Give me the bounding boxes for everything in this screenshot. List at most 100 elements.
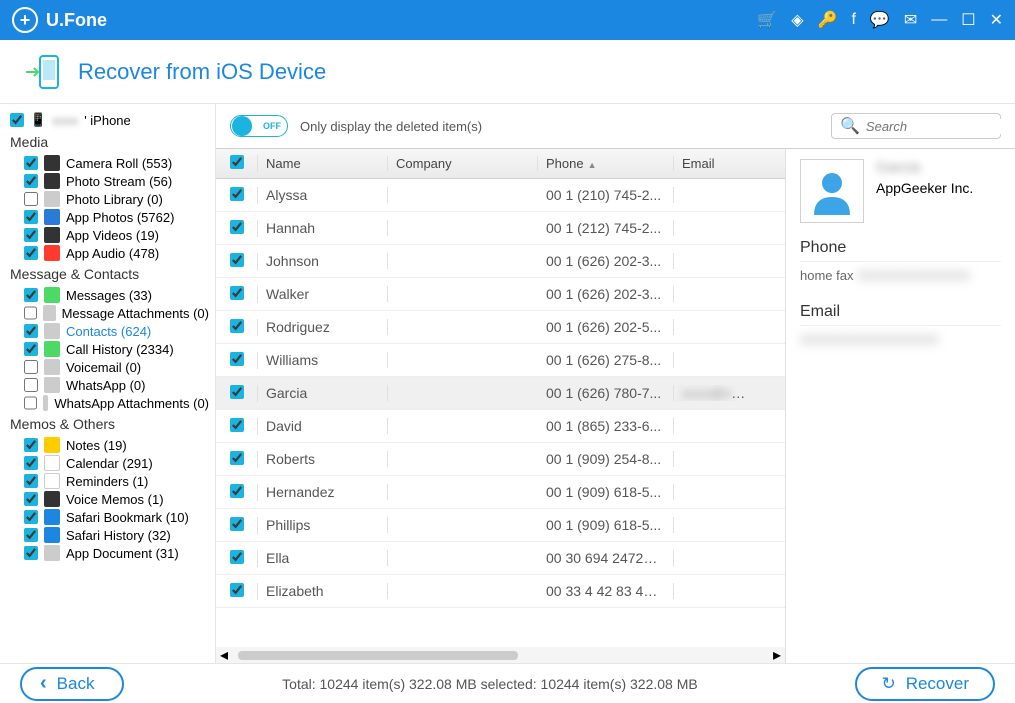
col-email[interactable]: Email bbox=[674, 156, 756, 171]
item-checkbox[interactable] bbox=[24, 456, 38, 470]
minimize-icon[interactable]: ― bbox=[931, 11, 947, 29]
back-button[interactable]: ‹ Back bbox=[20, 667, 124, 701]
chat-icon[interactable]: 💬 bbox=[870, 10, 890, 30]
sidebar-item[interactable]: WhatsApp Attachments (0) bbox=[10, 394, 209, 412]
item-label: Voicemail (0) bbox=[66, 360, 141, 375]
sidebar-item[interactable]: App Audio (478) bbox=[10, 244, 209, 262]
recover-button[interactable]: ↻ Recover bbox=[855, 667, 995, 701]
row-checkbox[interactable] bbox=[230, 352, 244, 366]
sidebar-item[interactable]: Call History (2334) bbox=[10, 340, 209, 358]
table-row[interactable]: Rodriguez00 1 (626) 202-5... bbox=[216, 311, 785, 344]
table-row[interactable]: Johnson00 1 (626) 202-3... bbox=[216, 245, 785, 278]
row-checkbox[interactable] bbox=[230, 583, 244, 597]
sidebar-item[interactable]: Contacts (624) bbox=[10, 322, 209, 340]
sidebar-item[interactable]: Voice Memos (1) bbox=[10, 490, 209, 508]
sidebar-item[interactable]: App Videos (19) bbox=[10, 226, 209, 244]
device-row[interactable]: 📱 xxxx ' iPhone bbox=[10, 112, 209, 128]
row-checkbox[interactable] bbox=[230, 484, 244, 498]
sidebar-item[interactable]: Photo Library (0) bbox=[10, 190, 209, 208]
item-checkbox[interactable] bbox=[24, 378, 38, 392]
item-checkbox[interactable] bbox=[24, 342, 38, 356]
sidebar-item[interactable]: App Photos (5762) bbox=[10, 208, 209, 226]
item-checkbox[interactable] bbox=[24, 510, 38, 524]
table-row[interactable]: Ella00 30 694 2472286 bbox=[216, 542, 785, 575]
table-row[interactable]: David00 1 (865) 233-6... bbox=[216, 410, 785, 443]
facebook-icon[interactable]: f bbox=[851, 11, 855, 29]
sidebar-item[interactable]: Calendar (291) bbox=[10, 454, 209, 472]
device-checkbox[interactable] bbox=[10, 113, 24, 127]
item-checkbox[interactable] bbox=[24, 210, 38, 224]
col-company[interactable]: Company bbox=[388, 156, 538, 171]
table-row[interactable]: Phillips00 1 (909) 618-5... bbox=[216, 509, 785, 542]
row-checkbox[interactable] bbox=[230, 220, 244, 234]
cell-name: Elizabeth bbox=[258, 583, 388, 599]
cell-name: Walker bbox=[258, 286, 388, 302]
row-checkbox[interactable] bbox=[230, 187, 244, 201]
row-checkbox[interactable] bbox=[230, 451, 244, 465]
sidebar-item[interactable]: Notes (19) bbox=[10, 436, 209, 454]
item-checkbox[interactable] bbox=[24, 438, 38, 452]
table-row[interactable]: Elizabeth00 33 4 42 83 46 ... bbox=[216, 575, 785, 608]
sidebar-item[interactable]: Reminders (1) bbox=[10, 472, 209, 490]
search-box[interactable]: 🔍 bbox=[831, 113, 1001, 139]
row-checkbox[interactable] bbox=[230, 286, 244, 300]
row-checkbox[interactable] bbox=[230, 550, 244, 564]
cell-name: Roberts bbox=[258, 451, 388, 467]
table-row[interactable]: Roberts00 1 (909) 254-8... bbox=[216, 443, 785, 476]
item-checkbox[interactable] bbox=[24, 156, 38, 170]
cell-name: Hernandez bbox=[258, 484, 388, 500]
close-icon[interactable]: ✕ bbox=[990, 10, 1003, 30]
sidebar-item[interactable]: Photo Stream (56) bbox=[10, 172, 209, 190]
horizontal-scrollbar[interactable]: ◂▸ bbox=[216, 647, 785, 663]
item-checkbox[interactable] bbox=[24, 174, 38, 188]
sidebar-item[interactable]: Safari History (32) bbox=[10, 526, 209, 544]
sidebar-item[interactable]: Camera Roll (553) bbox=[10, 154, 209, 172]
item-checkbox[interactable] bbox=[24, 528, 38, 542]
row-checkbox[interactable] bbox=[230, 253, 244, 267]
item-checkbox[interactable] bbox=[24, 474, 38, 488]
item-checkbox[interactable] bbox=[24, 324, 38, 338]
table-row[interactable]: Hannah00 1 (212) 745-2... bbox=[216, 212, 785, 245]
item-label: WhatsApp (0) bbox=[66, 378, 145, 393]
row-checkbox[interactable] bbox=[230, 385, 244, 399]
item-checkbox[interactable] bbox=[24, 396, 37, 410]
row-checkbox[interactable] bbox=[230, 319, 244, 333]
diamond-icon[interactable]: ◈ bbox=[791, 10, 803, 30]
select-all-checkbox[interactable] bbox=[230, 155, 244, 169]
item-checkbox[interactable] bbox=[24, 546, 38, 560]
row-checkbox[interactable] bbox=[230, 517, 244, 531]
table-row[interactable]: Walker00 1 (626) 202-3... bbox=[216, 278, 785, 311]
sidebar-item[interactable]: Safari Bookmark (10) bbox=[10, 508, 209, 526]
sidebar-item[interactable]: WhatsApp (0) bbox=[10, 376, 209, 394]
col-phone[interactable]: Phone▲ bbox=[538, 156, 674, 171]
item-checkbox[interactable] bbox=[24, 492, 38, 506]
cell-name: David bbox=[258, 418, 388, 434]
sidebar-item[interactable]: Voicemail (0) bbox=[10, 358, 209, 376]
sidebar-item[interactable]: Messages (33) bbox=[10, 286, 209, 304]
message-icon[interactable]: ✉ bbox=[904, 10, 917, 30]
sidebar-item[interactable]: Message Attachments (0) bbox=[10, 304, 209, 322]
item-checkbox[interactable] bbox=[24, 192, 38, 206]
item-checkbox[interactable] bbox=[24, 306, 37, 320]
table-row[interactable]: Hernandez00 1 (909) 618-5... bbox=[216, 476, 785, 509]
deleted-only-toggle[interactable]: OFF bbox=[230, 115, 288, 137]
sidebar-item[interactable]: App Document (31) bbox=[10, 544, 209, 562]
item-checkbox[interactable] bbox=[24, 228, 38, 242]
row-checkbox[interactable] bbox=[230, 418, 244, 432]
maximize-icon[interactable]: ☐ bbox=[961, 10, 975, 30]
vm-icon bbox=[44, 359, 60, 375]
key-icon[interactable]: 🔑 bbox=[818, 10, 838, 30]
item-checkbox[interactable] bbox=[24, 360, 38, 374]
table-row[interactable]: Williams00 1 (626) 275-8... bbox=[216, 344, 785, 377]
titlebar-icons: 🛒 ◈ 🔑 f 💬 ✉ ― ☐ ✕ bbox=[757, 10, 1003, 30]
table-row[interactable]: Garcia00 1 (626) 780-7...xxxx@xxxx bbox=[216, 377, 785, 410]
item-checkbox[interactable] bbox=[24, 288, 38, 302]
search-input[interactable] bbox=[866, 119, 1015, 134]
table-row[interactable]: Alyssa00 1 (210) 745-2... bbox=[216, 179, 785, 212]
item-label: Safari Bookmark (10) bbox=[66, 510, 189, 525]
detail-company: AppGeeker Inc. bbox=[876, 180, 1001, 196]
item-checkbox[interactable] bbox=[24, 246, 38, 260]
cell-name: Alyssa bbox=[258, 187, 388, 203]
cart-icon[interactable]: 🛒 bbox=[757, 10, 777, 30]
col-name[interactable]: Name bbox=[258, 156, 388, 171]
